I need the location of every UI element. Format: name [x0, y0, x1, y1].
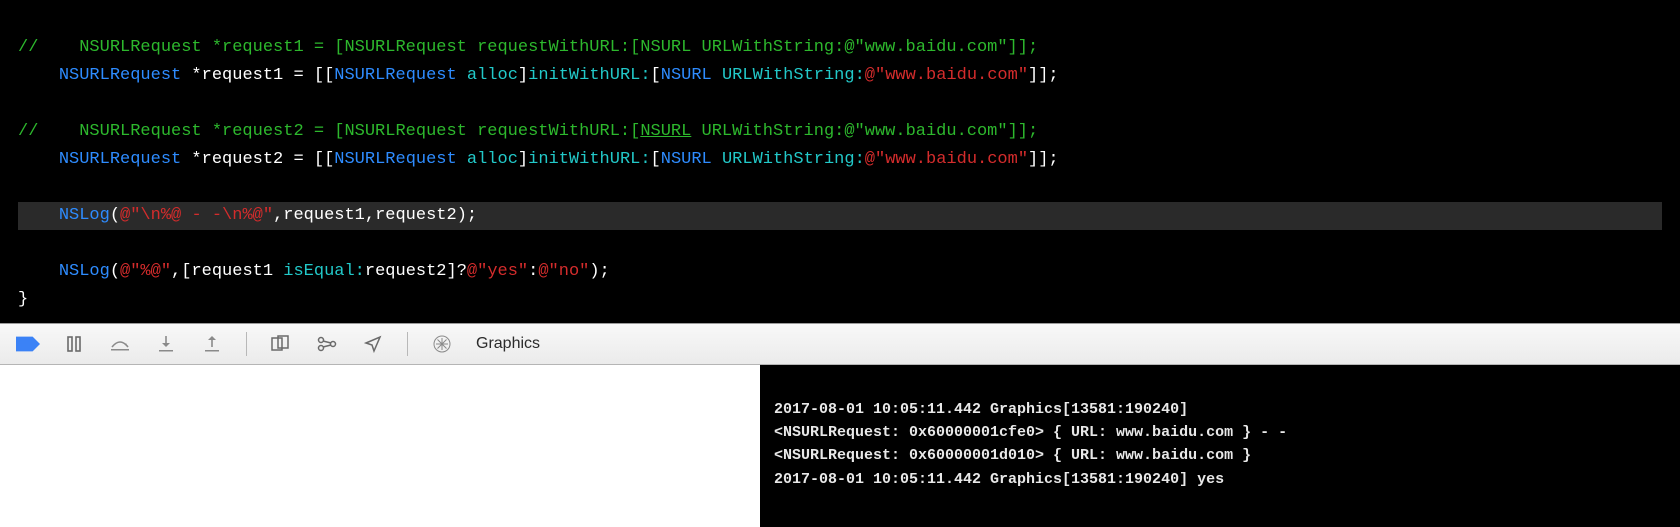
separator [246, 332, 247, 356]
process-name-label[interactable]: Graphics [476, 335, 540, 353]
location-icon[interactable] [361, 333, 385, 355]
view-debugger-icon[interactable] [269, 333, 293, 355]
console-line: 2017-08-01 10:05:11.442 Graphics[13581:1… [774, 401, 1188, 418]
type-name: NSURLRequest [59, 66, 181, 85]
step-into-icon[interactable] [154, 333, 178, 355]
code-editor[interactable]: // NSURLRequest *request1 = [NSURLReques… [0, 0, 1680, 323]
step-out-icon[interactable] [200, 333, 224, 355]
console-output[interactable]: 2017-08-01 10:05:11.442 Graphics[13581:1… [760, 365, 1680, 527]
breakpoint-indicator-icon[interactable] [16, 333, 40, 355]
bottom-area: 2017-08-01 10:05:11.442 Graphics[13581:1… [0, 365, 1680, 527]
symbol-link[interactable]: NSURL [640, 122, 691, 141]
code-line: // NSURLRequest *request2 = [NSURLReques… [18, 122, 1038, 141]
comment-text: // NSURLRequest *request1 = [NSURLReques… [18, 38, 1038, 57]
pause-icon[interactable] [62, 333, 86, 355]
memory-graph-icon[interactable] [315, 333, 339, 355]
code-line: } [18, 290, 28, 309]
code-line: NSLog(@"%@",[request1 isEqual:request2]?… [18, 262, 610, 281]
code-line: // NSURLRequest *request1 = [NSURLReques… [18, 38, 1038, 57]
console-line: <NSURLRequest: 0x60000001cfe0> { URL: ww… [774, 424, 1287, 441]
code-line: NSURLRequest *request2 = [[NSURLRequest … [18, 150, 1059, 169]
separator [407, 332, 408, 356]
step-over-icon[interactable] [108, 333, 132, 355]
code-line: NSURLRequest *request1 = [[NSURLRequest … [18, 66, 1059, 85]
variables-panel[interactable] [0, 365, 760, 527]
console-line: <NSURLRequest: 0x60000001d010> { URL: ww… [774, 447, 1251, 464]
console-line: 2017-08-01 10:05:11.442 Graphics[13581:1… [774, 471, 1224, 488]
debug-toolbar: Graphics [0, 323, 1680, 365]
process-icon[interactable] [430, 333, 454, 355]
code-line-highlighted: NSLog(@"\n%@ - -\n%@",request1,request2)… [18, 202, 1662, 230]
